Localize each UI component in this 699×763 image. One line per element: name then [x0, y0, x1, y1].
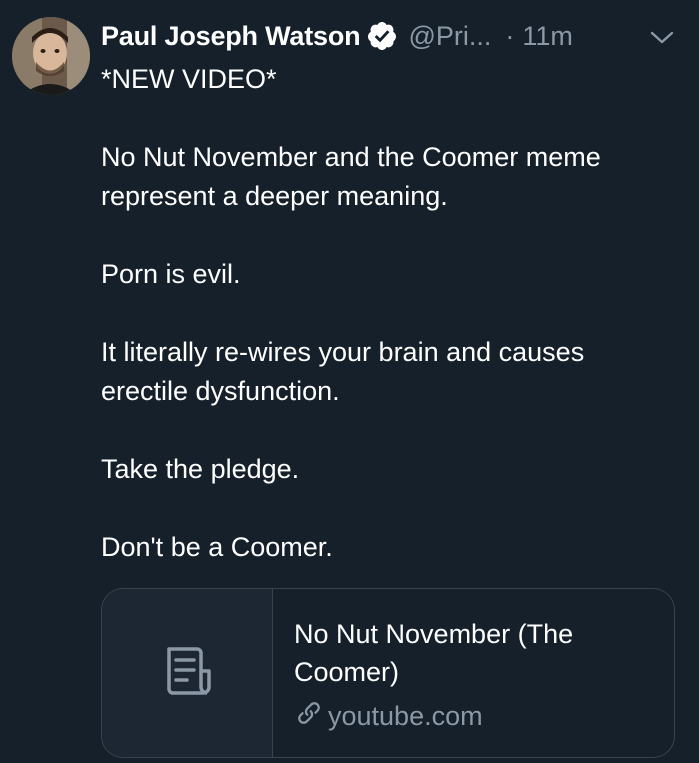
author-display-name[interactable]: Paul Joseph Watson: [101, 21, 361, 52]
tweet-paragraph: Porn is evil.: [101, 259, 241, 289]
link-icon: [294, 698, 328, 735]
tweet-paragraph: It literally re-wires your brain and cau…: [101, 337, 585, 406]
tweet-paragraph: Take the pledge.: [101, 454, 300, 484]
tweet-header: Paul Joseph Watson @Pri... · 11m: [101, 18, 573, 54]
card-info: No Nut November (The Coomer) youtube.com: [273, 589, 674, 757]
card-thumbnail: [102, 589, 273, 757]
card-domain-row: youtube.com: [294, 698, 654, 735]
separator-dot: ·: [505, 20, 515, 51]
link-preview-card[interactable]: No Nut November (The Coomer) youtube.com: [101, 588, 675, 758]
chevron-down-icon[interactable]: [648, 28, 676, 48]
avatar-photo: [12, 17, 90, 95]
avatar[interactable]: [12, 17, 90, 95]
tweet-paragraph: Don't be a Coomer.: [101, 532, 333, 562]
document-icon: [159, 643, 215, 704]
author-handle[interactable]: @Pri...: [408, 21, 491, 52]
tweet-paragraph: *NEW VIDEO*: [101, 64, 277, 94]
verified-badge-icon: [366, 20, 398, 52]
tweet-timestamp[interactable]: 11m: [522, 21, 573, 52]
card-title[interactable]: No Nut November (The Coomer): [294, 615, 654, 691]
tweet-text: *NEW VIDEO* No Nut November and the Coom…: [101, 60, 671, 567]
tweet[interactable]: Paul Joseph Watson @Pri... · 11m *NEW VI…: [0, 0, 699, 763]
card-domain: youtube.com: [328, 701, 483, 731]
tweet-paragraph: No Nut November and the Coomer meme repr…: [101, 142, 601, 211]
